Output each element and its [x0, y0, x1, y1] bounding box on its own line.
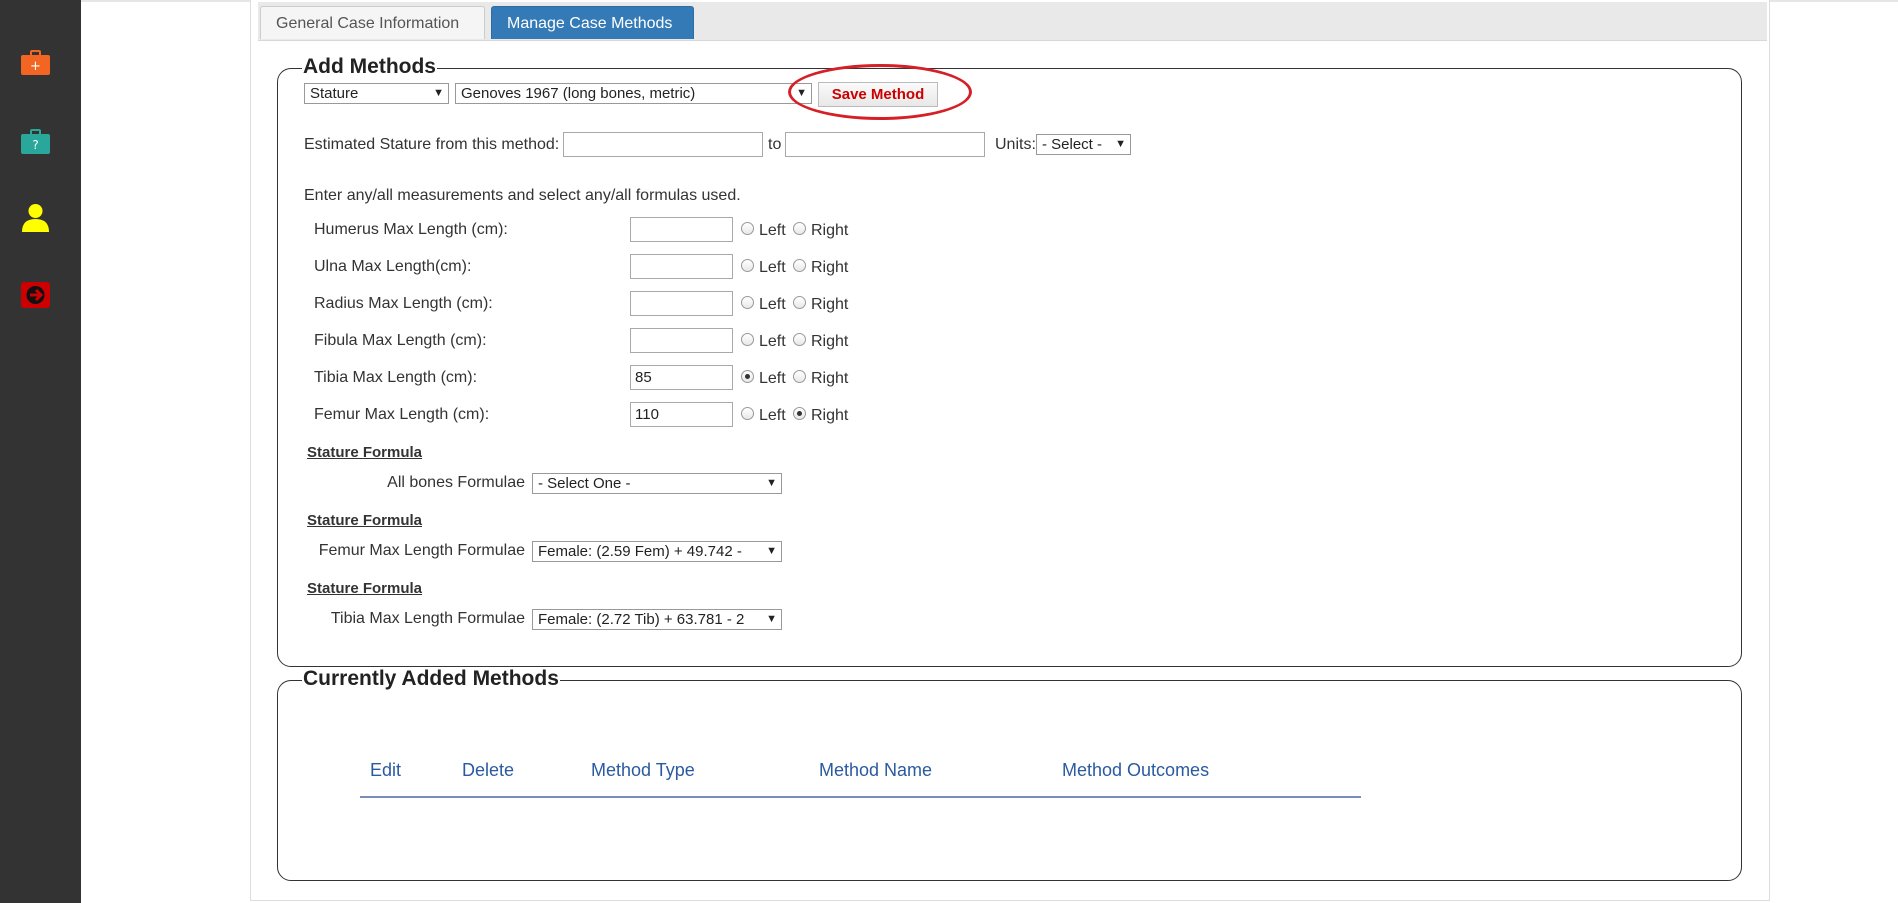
right-label: Right: [811, 259, 849, 276]
user-icon[interactable]: [20, 204, 51, 232]
left-label: Left: [759, 407, 786, 424]
right-label: Right: [811, 370, 849, 387]
measurement-instructions: Enter any/all measurements and select an…: [304, 187, 741, 204]
left-label: Left: [759, 222, 786, 239]
column-method-type[interactable]: Method Type: [591, 760, 695, 781]
chevron-down-icon: ▼: [764, 610, 777, 629]
estimated-stature-from-input[interactable]: [563, 132, 763, 157]
right-label: Right: [811, 296, 849, 313]
units-select[interactable]: - Select - ▼: [1036, 134, 1131, 155]
humerus-left-radio[interactable]: [741, 222, 754, 235]
fibula-length-input[interactable]: [630, 328, 733, 353]
femur-formulae-value: Female: (2.59 Fem) + 49.742 -: [538, 543, 742, 560]
svg-text:?: ?: [32, 138, 38, 152]
all-bones-formulae-select[interactable]: - Select One - ▼: [532, 473, 782, 494]
all-bones-formulae-label: All bones Formulae: [387, 474, 525, 491]
left-label: Left: [759, 296, 786, 313]
left-label: Left: [759, 259, 786, 276]
method-category-value: Stature: [310, 85, 359, 102]
ulna-label: Ulna Max Length(cm):: [314, 258, 472, 275]
right-label: Right: [811, 407, 849, 424]
femur-right-radio[interactable]: [793, 407, 806, 420]
fibula-left-radio[interactable]: [741, 333, 754, 346]
femur-formulae-select[interactable]: Female: (2.59 Fem) + 49.742 - ▼: [532, 541, 782, 562]
tibia-label: Tibia Max Length (cm):: [314, 369, 478, 386]
column-edit[interactable]: Edit: [370, 760, 401, 781]
units-value: - Select -: [1042, 136, 1103, 153]
column-method-outcomes[interactable]: Method Outcomes: [1062, 760, 1209, 781]
sidebar: + ?: [0, 0, 81, 903]
radius-right-radio[interactable]: [793, 296, 806, 309]
tibia-left-radio[interactable]: [741, 370, 754, 383]
humerus-length-input[interactable]: [630, 217, 733, 242]
fibula-right-radio[interactable]: [793, 333, 806, 346]
stature-formula-heading: Stature Formula: [307, 444, 423, 461]
chevron-down-icon: ▼: [764, 542, 777, 561]
tibia-length-input[interactable]: [630, 365, 733, 390]
logout-icon[interactable]: [20, 281, 51, 309]
briefcase-plus-icon[interactable]: +: [20, 49, 51, 77]
chevron-down-icon: ▼: [794, 84, 807, 103]
right-label: Right: [811, 333, 849, 350]
fibula-label: Fibula Max Length (cm):: [314, 332, 487, 349]
stature-formula-heading: Stature Formula: [307, 580, 423, 597]
tab-general-case-information[interactable]: General Case Information: [260, 6, 485, 39]
tibia-formulae-label: Tibia Max Length Formulae: [330, 610, 525, 627]
ulna-left-radio[interactable]: [741, 259, 754, 272]
add-methods-panel: Add Methods: [277, 55, 1742, 667]
method-name-value: Genoves 1967 (long bones, metric): [461, 85, 696, 102]
current-methods-legend: Currently Added Methods: [302, 667, 560, 691]
svg-text:+: +: [30, 59, 41, 74]
left-label: Left: [759, 333, 786, 350]
femur-formulae-label: Femur Max Length Formulae: [318, 542, 525, 559]
femur-length-input[interactable]: [630, 402, 733, 427]
save-method-button[interactable]: Save Method: [818, 82, 938, 107]
stature-formula-heading: Stature Formula: [307, 512, 423, 529]
humerus-right-radio[interactable]: [793, 222, 806, 235]
left-label: Left: [759, 370, 786, 387]
radius-length-input[interactable]: [630, 291, 733, 316]
estimated-stature-to-input[interactable]: [785, 132, 985, 157]
tibia-formulae-value: Female: (2.72 Tib) + 63.781 - 2: [538, 611, 745, 628]
method-category-select[interactable]: Stature ▼: [304, 83, 449, 104]
chevron-down-icon: ▼: [431, 84, 444, 103]
to-label: to: [768, 136, 782, 153]
estimated-stature-label: Estimated Stature from this method:: [304, 136, 560, 153]
all-bones-formulae-value: - Select One -: [538, 475, 631, 492]
femur-left-radio[interactable]: [741, 407, 754, 420]
column-delete[interactable]: Delete: [462, 760, 514, 781]
method-name-select[interactable]: Genoves 1967 (long bones, metric) ▼: [455, 83, 812, 104]
units-label: Units:: [995, 136, 1036, 153]
add-methods-legend: Add Methods: [302, 55, 437, 79]
radius-left-radio[interactable]: [741, 296, 754, 309]
radius-label: Radius Max Length (cm):: [314, 295, 493, 312]
femur-label: Femur Max Length (cm):: [314, 406, 490, 423]
table-header-divider: [360, 796, 1361, 798]
ulna-right-radio[interactable]: [793, 259, 806, 272]
tab-bar: General Case Information Manage Case Met…: [258, 2, 1767, 41]
ulna-length-input[interactable]: [630, 254, 733, 279]
tab-manage-case-methods[interactable]: Manage Case Methods: [491, 6, 694, 39]
column-method-name[interactable]: Method Name: [819, 760, 932, 781]
chevron-down-icon: ▼: [764, 474, 777, 493]
tibia-formulae-select[interactable]: Female: (2.72 Tib) + 63.781 - 2 ▼: [532, 609, 782, 630]
tibia-right-radio[interactable]: [793, 370, 806, 383]
briefcase-question-icon[interactable]: ?: [20, 128, 51, 156]
right-label: Right: [811, 222, 849, 239]
chevron-down-icon: ▼: [1113, 135, 1126, 154]
humerus-label: Humerus Max Length (cm):: [314, 221, 508, 238]
